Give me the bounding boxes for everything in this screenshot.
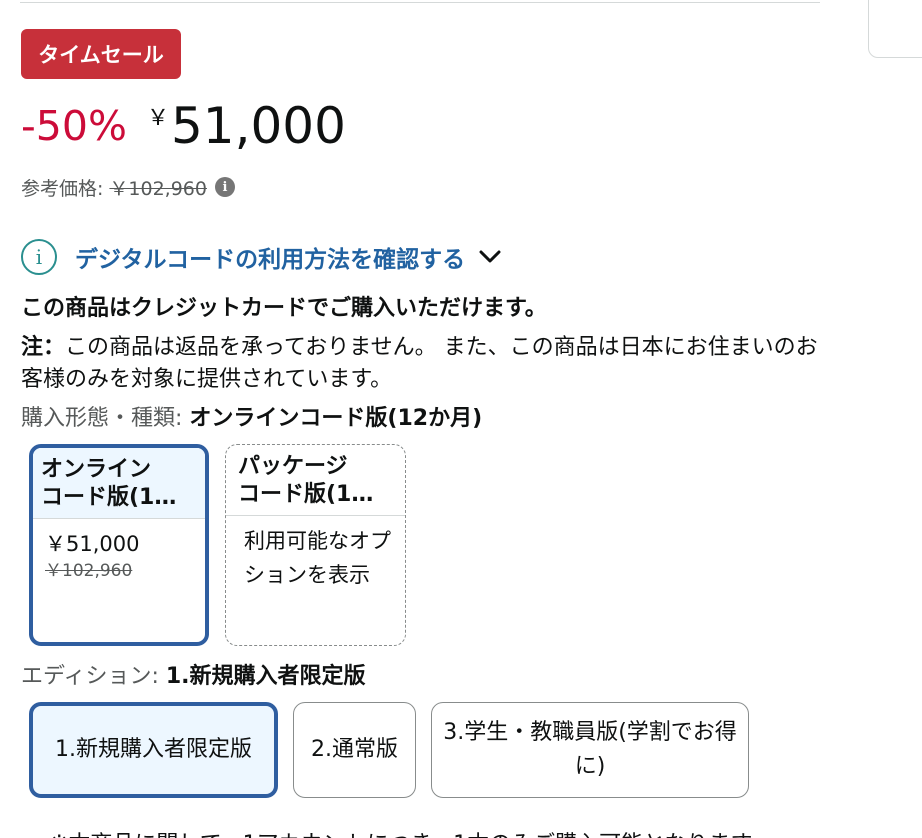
credit-card-notice: この商品はクレジットカードでご購入いただけます。 [21,296,547,321]
edition-option-label: 1.新規購入者限定版 [55,737,252,762]
time-sale-label: タイムセール [38,43,164,67]
time-sale-badge: タイムセール [21,29,181,79]
format-option-title: オンライン コード版(1… [33,448,205,519]
format-option-body: 利用可能なオプションを表示 [226,516,405,600]
price-row: -50% ￥ 51,000 [21,96,346,156]
format-selection-row: 購入形態・種類: オンラインコード版(12か月) [21,404,482,434]
edition-label: エディション: [21,664,159,689]
format-option-package-code[interactable]: パッケージ コード版(1… 利用可能なオプションを表示 [225,444,406,646]
format-option-online-code[interactable]: オンライン コード版(1… ￥51,000 ￥102,960 [29,444,209,646]
edition-option-label: 2.通常版 [311,737,398,762]
format-option-old-price: ￥102,960 [45,561,133,581]
edition-option-standard[interactable]: 2.通常版 [293,702,416,798]
edition-option-label: 3.学生・教職員版(学割でお得に) [443,720,737,779]
purchase-limit-footnote: ※本商品に関して、1アカウントにつき、1本のみご購入可能となります。 [50,826,772,838]
edition-selected-value: 1.新規購入者限定版 [165,664,366,689]
sale-price: 51,000 [170,97,346,155]
format-option-body: ￥51,000 ￥102,960 [33,519,205,589]
note-label: 注： [21,335,66,360]
edition-option-student[interactable]: 3.学生・教職員版(学割でお得に) [431,702,749,798]
top-divider [20,2,820,3]
return-policy-note: 注：この商品は返品を承っておりません。 また、この商品は日本にお住まいのお客様の… [21,332,821,396]
discount-percent: -50% [21,102,127,150]
currency-symbol: ￥ [146,106,169,131]
format-option-title-line2: コード版(1… [238,482,374,507]
format-selected-value: オンラインコード版(12か月) [189,406,483,431]
format-option-price: ￥51,000 [45,532,140,556]
edition-selection-row: エディション: 1.新規購入者限定版 [21,662,366,692]
digital-code-link[interactable]: デジタルコードの利用方法を確認する [75,240,465,274]
format-option-title-line1: オンライン [41,457,152,482]
format-option-title-line2: コード版(1… [41,485,177,510]
reference-price-label: 参考価格: [21,177,104,200]
info-circle-icon: i [21,239,57,275]
format-option-availability: 利用可能なオプションを表示 [244,529,391,587]
side-panel-edge [868,0,922,58]
info-icon[interactable]: i [214,177,235,197]
format-option-title-line1: パッケージ [238,454,348,479]
digital-code-help[interactable]: i デジタルコードの利用方法を確認する [21,238,501,276]
edition-option-new-buyer[interactable]: 1.新規購入者限定版 [29,702,278,798]
reference-price-row: 参考価格: ￥102,960 i [21,173,235,201]
chevron-down-icon[interactable] [479,250,501,264]
format-option-title: パッケージ コード版(1… [226,445,405,516]
note-text: この商品は返品を承っておりません。 また、この商品は日本にお住まいのお客様のみを… [21,335,818,392]
format-label: 購入形態・種類: [21,406,183,431]
reference-price: ￥102,960 [109,177,207,200]
